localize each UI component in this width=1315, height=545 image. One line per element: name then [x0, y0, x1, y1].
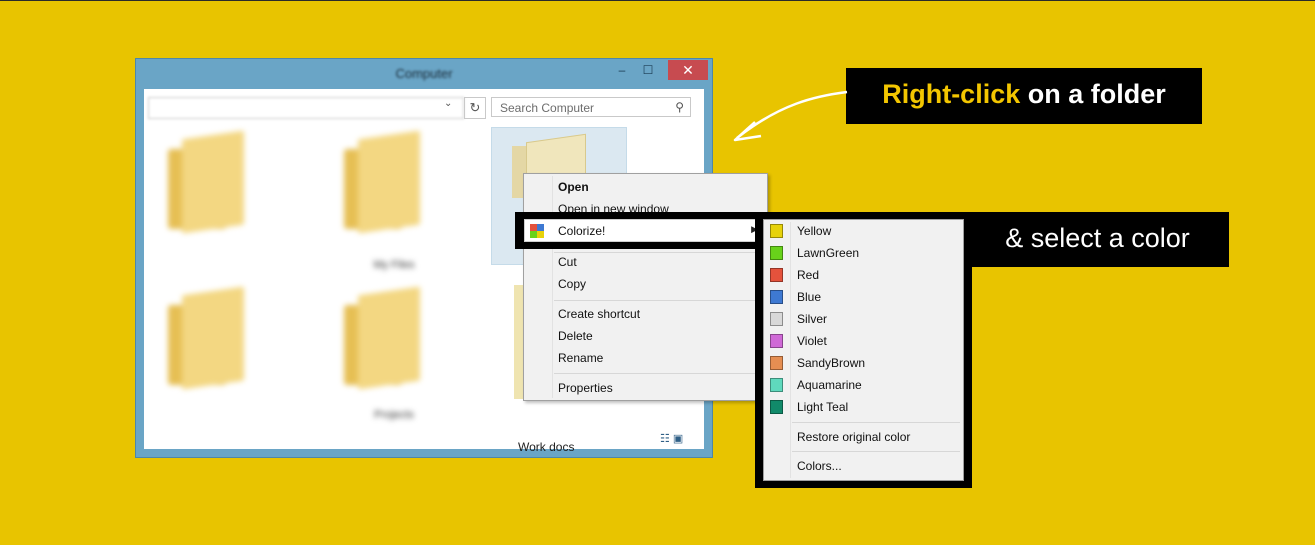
- color-swatch-icon: [770, 268, 783, 282]
- callout-text: & select a color: [1005, 223, 1190, 253]
- menu-item-copy[interactable]: Copy: [558, 277, 586, 291]
- folder-grid: My Files Projects: [144, 125, 474, 451]
- refresh-icon: ↻: [469, 100, 481, 115]
- menu-item-color[interactable]: Light Teal: [797, 400, 848, 414]
- menu-item-cut[interactable]: Cut: [558, 255, 577, 269]
- color-swatch-icon: [770, 378, 783, 392]
- menu-item-color[interactable]: Violet: [797, 334, 827, 348]
- folder-icon[interactable]: [344, 130, 422, 234]
- menu-separator: [554, 252, 764, 253]
- folder-icon[interactable]: [344, 286, 422, 390]
- menu-item-create-shortcut[interactable]: Create shortcut: [558, 307, 640, 321]
- menu-item-color[interactable]: Red: [797, 268, 819, 282]
- folder-label: My Files: [373, 259, 415, 271]
- chevron-down-icon[interactable]: ⌄: [444, 98, 452, 109]
- folder-label-work-docs[interactable]: Work docs: [518, 440, 574, 454]
- menu-separator: [792, 451, 960, 452]
- search-icon: ⚲: [675, 100, 684, 114]
- menu-item-properties[interactable]: Properties: [558, 381, 613, 395]
- minimize-button[interactable]: ‒: [610, 60, 634, 80]
- menu-item-color[interactable]: Silver: [797, 312, 827, 326]
- palette-icon: [530, 224, 544, 238]
- menu-item-colorize[interactable]: Colorize! ▶: [524, 219, 767, 242]
- menu-item-rename[interactable]: Rename: [558, 351, 603, 365]
- colorize-label: Colorize!: [558, 224, 606, 238]
- menu-item-restore-original-color[interactable]: Restore original color: [797, 430, 910, 444]
- menu-separator: [792, 422, 960, 423]
- search-input[interactable]: Search Computer ⚲: [491, 97, 691, 117]
- refresh-button[interactable]: ↻: [464, 97, 486, 119]
- menu-item-colors-more[interactable]: Colors...: [797, 459, 842, 473]
- color-swatch-icon: [770, 290, 783, 304]
- menu-item-color[interactable]: SandyBrown: [797, 356, 865, 370]
- color-swatch-icon: [770, 246, 783, 260]
- colorize-submenu: Yellow LawnGreen Red Blue Silver Violet SandyB…: [763, 219, 964, 481]
- callout-right-click: Right-click on a folder: [846, 68, 1202, 124]
- color-swatch-icon: [770, 400, 783, 414]
- folder-icon[interactable]: [168, 130, 246, 234]
- menu-separator: [554, 373, 764, 374]
- folder-label: Projects: [374, 409, 414, 421]
- menu-item-color[interactable]: Yellow: [797, 224, 831, 238]
- color-swatch-icon: [770, 334, 783, 348]
- callout-select-color: & select a color: [966, 212, 1229, 267]
- title-bar: Computer ‒ ☐ ✕: [136, 59, 712, 89]
- top-border: [0, 0, 1315, 1]
- menu-separator: [554, 300, 764, 301]
- menu-item-color[interactable]: Aquamarine: [797, 378, 862, 392]
- menu-item-color[interactable]: Blue: [797, 290, 821, 304]
- context-menu: Open Open in new window Cut Copy Create …: [523, 173, 768, 401]
- view-toggle-icons[interactable]: ☷ ▣: [660, 432, 683, 445]
- folder-icon[interactable]: [168, 286, 246, 390]
- color-swatch-icon: [770, 356, 783, 370]
- color-swatch-icon: [770, 312, 783, 326]
- menu-item-color[interactable]: LawnGreen: [797, 246, 859, 260]
- pointer-arrow-icon: [733, 90, 848, 142]
- color-swatch-icon: [770, 224, 783, 238]
- callout-text: on a folder: [1020, 79, 1166, 109]
- close-button[interactable]: ✕: [668, 60, 708, 80]
- menu-item-delete[interactable]: Delete: [558, 329, 593, 343]
- maximize-button[interactable]: ☐: [636, 60, 660, 80]
- search-placeholder: Search Computer: [500, 101, 595, 115]
- menu-item-open[interactable]: Open: [558, 180, 589, 194]
- address-bar[interactable]: [148, 97, 464, 119]
- callout-highlight: Right-click: [882, 79, 1021, 109]
